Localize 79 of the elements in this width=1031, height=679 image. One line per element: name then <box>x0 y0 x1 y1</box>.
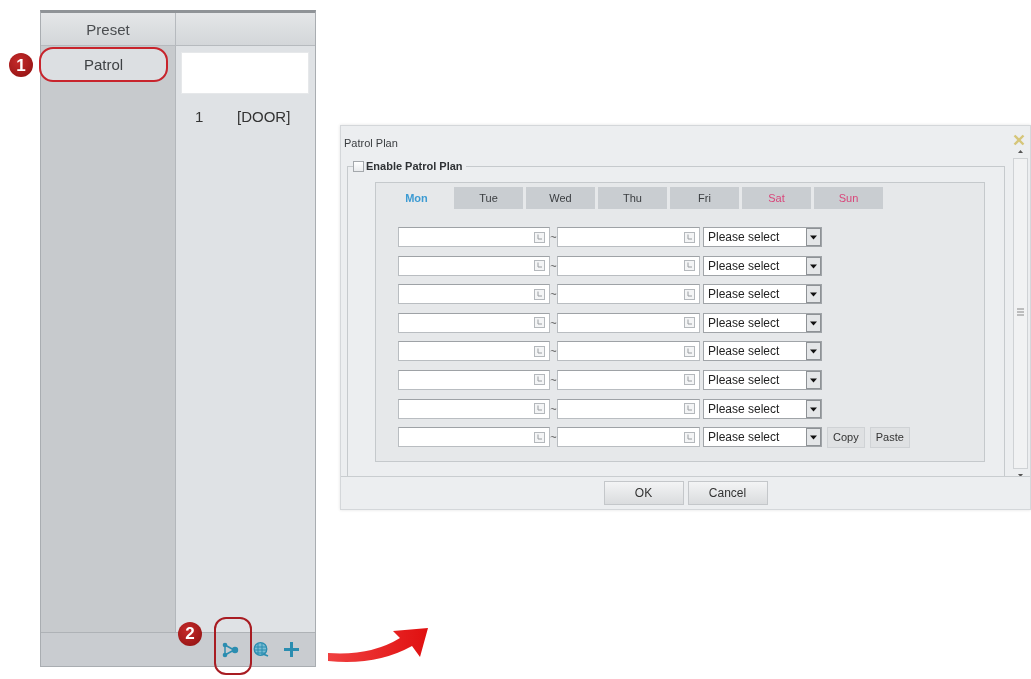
preset-select[interactable]: Please select <box>703 312 822 333</box>
preset-select[interactable]: Please select <box>703 284 822 305</box>
caret-icon[interactable] <box>806 428 821 447</box>
step-number-badge: 2 <box>178 621 202 646</box>
end-time-field[interactable] <box>557 427 700 448</box>
caret-icon[interactable] <box>806 228 821 246</box>
clock-icon[interactable] <box>534 260 545 272</box>
clock-icon[interactable] <box>534 374 545 386</box>
preset-name[interactable]: [DOOR] <box>237 108 291 125</box>
range-separator: ~ <box>550 373 557 386</box>
name-field[interactable] <box>181 52 309 94</box>
caret-icon[interactable] <box>806 285 821 304</box>
column-header: Preset <box>41 13 176 45</box>
clock-icon[interactable] <box>534 288 545 300</box>
day-tab[interactable]: Tue <box>454 187 523 209</box>
scrollbar[interactable] <box>1013 149 1028 479</box>
close-icon[interactable] <box>1013 133 1025 146</box>
clock-icon[interactable] <box>684 231 695 243</box>
preset-menu-item[interactable]: Patrol <box>41 49 166 80</box>
range-separator: ~ <box>550 345 557 358</box>
start-time-field[interactable] <box>398 284 550 305</box>
clock-icon[interactable] <box>684 431 695 443</box>
start-time-field[interactable] <box>398 427 550 448</box>
end-time-field[interactable] <box>557 312 700 333</box>
enable-checkbox[interactable] <box>353 160 364 172</box>
checkbox-label: Enable Patrol Plan <box>366 160 463 172</box>
range-separator: ~ <box>550 288 557 301</box>
step-number-badge: 1 <box>9 53 33 77</box>
range-separator: ~ <box>550 316 557 329</box>
caret-icon[interactable] <box>806 342 821 361</box>
end-time-field[interactable] <box>557 255 700 276</box>
day-tab[interactable]: Thu <box>598 187 667 209</box>
clock-icon[interactable] <box>684 403 695 415</box>
end-time-field[interactable] <box>557 398 700 419</box>
clock-icon[interactable] <box>534 345 545 357</box>
dialog-title: Patrol Plan <box>344 136 398 149</box>
add-icon[interactable] <box>283 641 300 658</box>
start-time-field[interactable] <box>398 227 550 247</box>
clock-icon[interactable] <box>534 317 545 329</box>
preset-select[interactable]: Please select <box>703 398 822 419</box>
range-separator: ~ <box>550 231 557 243</box>
clock-icon[interactable] <box>534 431 545 443</box>
row-action-button[interactable]: Copy <box>827 426 865 448</box>
dialog-button[interactable]: Cancel <box>687 481 768 505</box>
preset-select[interactable]: Please select <box>703 227 822 247</box>
clock-icon[interactable] <box>684 345 695 357</box>
range-separator: ~ <box>550 431 557 444</box>
clock-icon[interactable] <box>534 403 545 415</box>
row-action-button[interactable]: Paste <box>869 426 910 448</box>
globe-icon[interactable] <box>253 642 269 657</box>
end-time-field[interactable] <box>557 284 700 305</box>
dialog-button[interactable]: OK <box>603 481 684 505</box>
route-icon[interactable] <box>222 641 239 658</box>
start-time-field[interactable] <box>398 255 550 276</box>
start-time-field[interactable] <box>398 341 550 362</box>
preset-select[interactable]: Please select <box>703 427 822 448</box>
preset-select[interactable]: Please select <box>703 255 822 276</box>
clock-icon[interactable] <box>684 374 695 386</box>
caret-icon[interactable] <box>806 256 821 275</box>
caret-icon[interactable] <box>806 399 821 418</box>
start-time-field[interactable] <box>398 369 550 390</box>
end-time-field[interactable] <box>557 341 700 362</box>
end-time-field[interactable] <box>557 369 700 390</box>
preset-select[interactable]: Please select <box>703 341 822 362</box>
start-time-field[interactable] <box>398 312 550 333</box>
clock-icon[interactable] <box>684 260 695 272</box>
day-tab[interactable]: Wed <box>526 187 595 209</box>
clock-icon[interactable] <box>684 288 695 300</box>
preset-select[interactable]: Please select <box>703 369 822 390</box>
range-separator: ~ <box>550 402 557 415</box>
start-time-field[interactable] <box>398 398 550 419</box>
caret-icon[interactable] <box>806 313 821 332</box>
list-index: 1 <box>195 108 205 125</box>
clock-icon[interactable] <box>684 317 695 329</box>
clock-icon[interactable] <box>534 231 545 243</box>
end-time-field[interactable] <box>557 227 700 247</box>
day-tab[interactable]: Fri <box>670 187 739 209</box>
range-separator: ~ <box>550 259 557 272</box>
caret-icon[interactable] <box>806 370 821 389</box>
